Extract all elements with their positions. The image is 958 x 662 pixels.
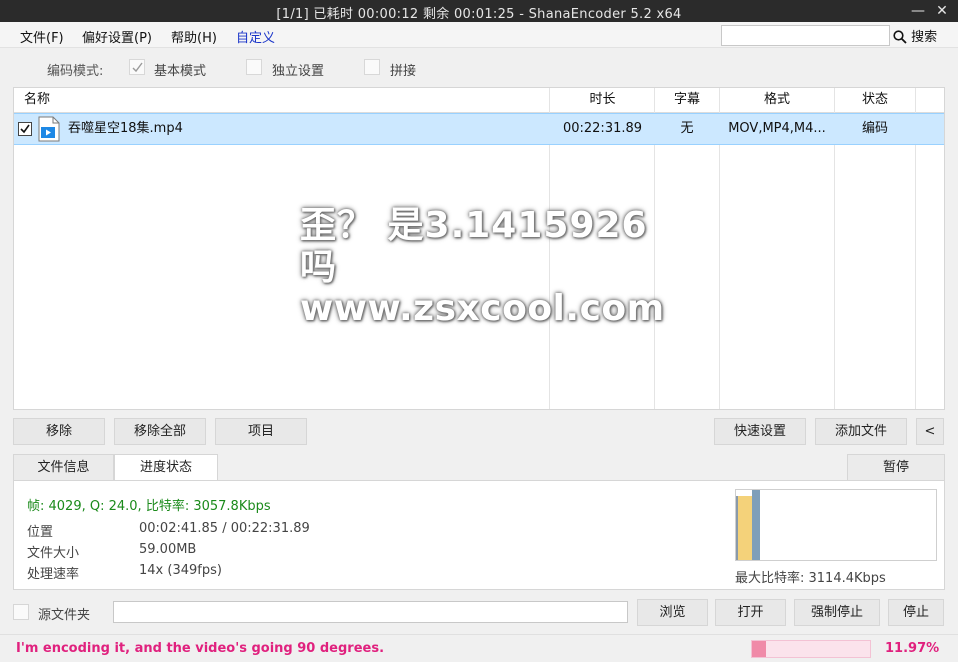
file-format: MOV,MP4,M4... — [728, 121, 826, 136]
column-format[interactable]: 格式 — [719, 88, 835, 113]
tab-file-info[interactable]: 文件信息 — [13, 454, 114, 481]
position-label: 位置 — [27, 525, 54, 540]
encoding-mode-bar: 编码模式: 基本模式 独立设置 拼接 — [0, 48, 958, 86]
search-button[interactable]: 搜索 — [893, 26, 937, 46]
column-name[interactable]: 名称 — [24, 88, 50, 113]
menu-file[interactable]: 文件(F) — [20, 27, 64, 46]
file-status: 编码 — [861, 121, 888, 136]
encoding-mode-label: 编码模式: — [47, 64, 104, 79]
column-status[interactable]: 状态 — [835, 88, 915, 113]
speed-label: 处理速率 — [27, 567, 80, 582]
status-bar: I'm encoding it, and the video's going 9… — [0, 634, 958, 662]
minimize-button[interactable]: — — [907, 1, 929, 21]
column-subtitle[interactable]: 字幕 — [655, 88, 719, 113]
graph-bar — [752, 490, 760, 560]
concat-checkbox[interactable] — [364, 59, 380, 75]
search-input[interactable] — [721, 25, 890, 46]
remove-all-button[interactable]: 移除全部 — [114, 418, 206, 445]
check-icon — [132, 62, 143, 73]
bitrate-graph — [735, 489, 937, 561]
progress-panel: 帧: 4029, Q: 24.0, 比特率: 3057.8Kbps 位置 00:… — [13, 480, 945, 590]
graph-bar — [738, 496, 752, 560]
watermark-line-2: www.zsxcool.com — [300, 288, 665, 329]
menu-custom[interactable]: 自定义 — [236, 27, 275, 46]
speed-value: 14x (349fps) — [139, 563, 222, 578]
search-label: 搜索 — [911, 30, 938, 45]
progress-percent: 11.97% — [885, 641, 940, 656]
position-value: 00:02:41.85 / 00:22:31.89 — [139, 521, 310, 536]
quick-settings-button[interactable]: 快速设置 — [714, 418, 806, 445]
tab-progress[interactable]: 进度状态 — [114, 454, 218, 481]
basic-mode-checkbox[interactable] — [129, 59, 145, 75]
source-folder-label: 源文件夹 — [38, 608, 91, 623]
source-folder-checkbox[interactable] — [13, 604, 29, 620]
bottom-bar: 源文件夹 浏览 打开 强制停止 停止 — [0, 596, 958, 630]
item-button[interactable]: 项目 — [215, 418, 307, 445]
watermark-line-1: 歪？ 是3.1415926吗 — [300, 205, 648, 288]
watermark: 歪？ 是3.1415926吗 www.zsxcool.com — [300, 205, 670, 329]
window-title: [1/1] 已耗时 00:00:12 剩余 00:01:25 - ShanaEn… — [276, 7, 682, 22]
video-file-icon — [38, 116, 60, 142]
status-message: I'm encoding it, and the video's going 9… — [16, 641, 385, 656]
search-icon — [893, 30, 907, 44]
add-file-button[interactable]: 添加文件 — [815, 418, 907, 445]
source-folder-input[interactable] — [113, 601, 628, 623]
stop-button[interactable]: 停止 — [888, 599, 944, 626]
progress-bar — [751, 640, 871, 658]
menu-help[interactable]: 帮助(H) — [171, 27, 217, 46]
row-checkbox[interactable] — [18, 122, 32, 136]
file-name: 吞噬星空18集.mp4 — [68, 121, 183, 136]
file-size-value: 59.00MB — [139, 542, 197, 557]
menu-bar: 文件(F) 偏好设置(P) 帮助(H) 自定义 搜索 — [0, 22, 958, 48]
column-duration[interactable]: 时长 — [550, 88, 655, 113]
progress-bar-fill — [752, 641, 767, 657]
collapse-button[interactable]: < — [916, 418, 944, 445]
independent-settings-checkbox[interactable] — [246, 59, 262, 75]
title-bar: [1/1] 已耗时 00:00:12 剩余 00:01:25 - ShanaEn… — [0, 0, 958, 22]
independent-settings-label: 独立设置 — [272, 64, 325, 79]
max-bitrate: 最大比特率: 3114.4Kbps — [735, 571, 886, 586]
browse-button[interactable]: 浏览 — [637, 599, 708, 626]
info-tabs: 文件信息 进度状态 暂停 — [13, 454, 945, 481]
remove-button[interactable]: 移除 — [13, 418, 105, 445]
file-list-header: 名称 时长 字幕 格式 状态 — [14, 88, 944, 113]
force-stop-button[interactable]: 强制停止 — [794, 599, 880, 626]
file-size-label: 文件大小 — [27, 546, 80, 561]
file-duration: 00:22:31.89 — [562, 121, 643, 136]
open-button[interactable]: 打开 — [715, 599, 786, 626]
check-icon — [20, 124, 30, 134]
table-row[interactable]: 吞噬星空18集.mp4 00:22:31.89 无 MOV,MP4,M4... … — [14, 113, 944, 145]
menu-preferences[interactable]: 偏好设置(P) — [82, 27, 152, 46]
file-subtitle: 无 — [680, 121, 694, 136]
encoding-stats: 帧: 4029, Q: 24.0, 比特率: 3057.8Kbps — [27, 499, 271, 514]
pause-button[interactable]: 暂停 — [847, 454, 945, 481]
concat-label: 拼接 — [390, 64, 417, 79]
basic-mode-label: 基本模式 — [154, 64, 207, 79]
close-button[interactable]: ✕ — [931, 1, 953, 21]
